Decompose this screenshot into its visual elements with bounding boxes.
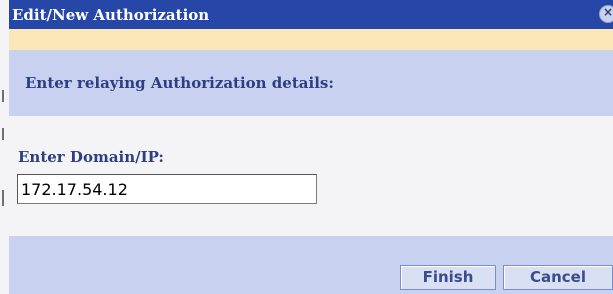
- edge-mark: [2, 90, 4, 102]
- edge-mark: [2, 190, 4, 206]
- dialog-titlebar[interactable]: Edit/New Authorization ×: [9, 0, 613, 29]
- edge-mark: [2, 128, 4, 140]
- close-icon[interactable]: ×: [599, 5, 613, 23]
- domain-ip-input[interactable]: [17, 174, 317, 204]
- domain-ip-label: Enter Domain/IP:: [18, 148, 164, 166]
- background-window-edge: [0, 0, 9, 294]
- authorization-dialog: Edit/New Authorization × Enter relaying …: [9, 0, 613, 294]
- dialog-title: Edit/New Authorization: [12, 6, 210, 24]
- cancel-button[interactable]: Cancel: [503, 265, 613, 290]
- message-bar: [9, 29, 613, 50]
- section-header: Enter relaying Authorization details:: [9, 50, 613, 116]
- finish-button[interactable]: Finish: [400, 265, 496, 290]
- section-heading: Enter relaying Authorization details:: [25, 74, 334, 92]
